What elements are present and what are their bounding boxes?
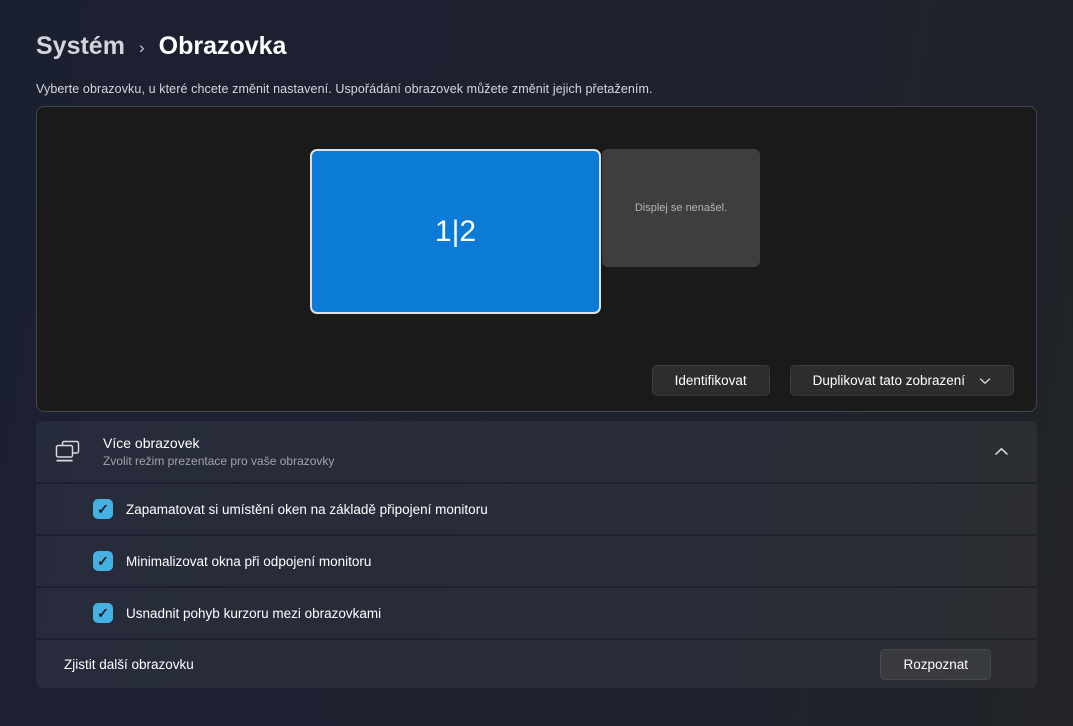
- breadcrumb: Systém › Obrazovka: [36, 0, 1037, 61]
- option-row-minimize-windows: ✓ Minimalizovat okna při odpojení monito…: [36, 536, 1037, 586]
- monitor-preview-1-2[interactable]: 1|2: [310, 149, 601, 314]
- detect-display-row: Zjistit další obrazovku Rozpoznat: [36, 640, 1037, 688]
- chevron-up-icon[interactable]: [986, 437, 1016, 467]
- detect-button-label: Rozpoznat: [903, 657, 968, 672]
- checkmark-icon: ✓: [97, 606, 109, 620]
- option-label: Minimalizovat okna při odpojení monitoru: [126, 554, 371, 569]
- option-row-ease-cursor-movement: ✓ Usnadnit pohyb kurzoru mezi obrazovkam…: [36, 588, 1037, 638]
- monitor-preview-label: 1|2: [435, 215, 476, 249]
- detect-button[interactable]: Rozpoznat: [880, 649, 991, 680]
- display-arrangement-panel: 1|2 Displej se nenašel. Identifikovat Du…: [36, 106, 1037, 412]
- monitor-missing-label: Displej se nenašel.: [635, 202, 727, 214]
- checkbox-remember-window-locations[interactable]: ✓: [93, 499, 113, 519]
- detect-display-label: Zjistit další obrazovku: [64, 657, 194, 672]
- breadcrumb-chevron-icon: ›: [139, 36, 145, 58]
- expander-title: Více obrazovek: [103, 435, 334, 451]
- checkbox-ease-cursor-movement[interactable]: ✓: [93, 603, 113, 623]
- duplicate-displays-dropdown[interactable]: Duplikovat tato zobrazení: [790, 365, 1014, 396]
- multiple-displays-expander[interactable]: Více obrazovek Zvolit režim prezentace p…: [36, 421, 1037, 482]
- breadcrumb-system-link[interactable]: Systém: [36, 32, 125, 61]
- display-settings-page: Systém › Obrazovka Vyberte obrazovku, u …: [0, 0, 1073, 688]
- duplicate-displays-label: Duplikovat tato zobrazení: [813, 373, 965, 388]
- chevron-down-icon: [979, 377, 991, 385]
- identify-button[interactable]: Identifikovat: [652, 365, 770, 396]
- option-label: Zapamatovat si umístění oken na základě …: [126, 502, 488, 517]
- page-title: Obrazovka: [159, 32, 287, 61]
- option-label: Usnadnit pohyb kurzoru mezi obrazovkami: [126, 606, 381, 621]
- identify-button-label: Identifikovat: [675, 373, 747, 388]
- expander-subtitle: Zvolit režim prezentace pro vaše obrazov…: [103, 454, 334, 468]
- preview-actions: Identifikovat Duplikovat tato zobrazení: [652, 365, 1014, 396]
- expander-texts: Více obrazovek Zvolit režim prezentace p…: [103, 435, 334, 468]
- checkmark-icon: ✓: [97, 502, 109, 516]
- monitor-preview-missing: Displej se nenašel.: [602, 149, 760, 267]
- multiple-displays-icon: [54, 439, 81, 464]
- checkbox-minimize-windows[interactable]: ✓: [93, 551, 113, 571]
- option-row-remember-window-locations: ✓ Zapamatovat si umístění oken na základ…: [36, 484, 1037, 534]
- page-description: Vyberte obrazovku, u které chcete změnit…: [36, 82, 1037, 96]
- checkmark-icon: ✓: [97, 554, 109, 568]
